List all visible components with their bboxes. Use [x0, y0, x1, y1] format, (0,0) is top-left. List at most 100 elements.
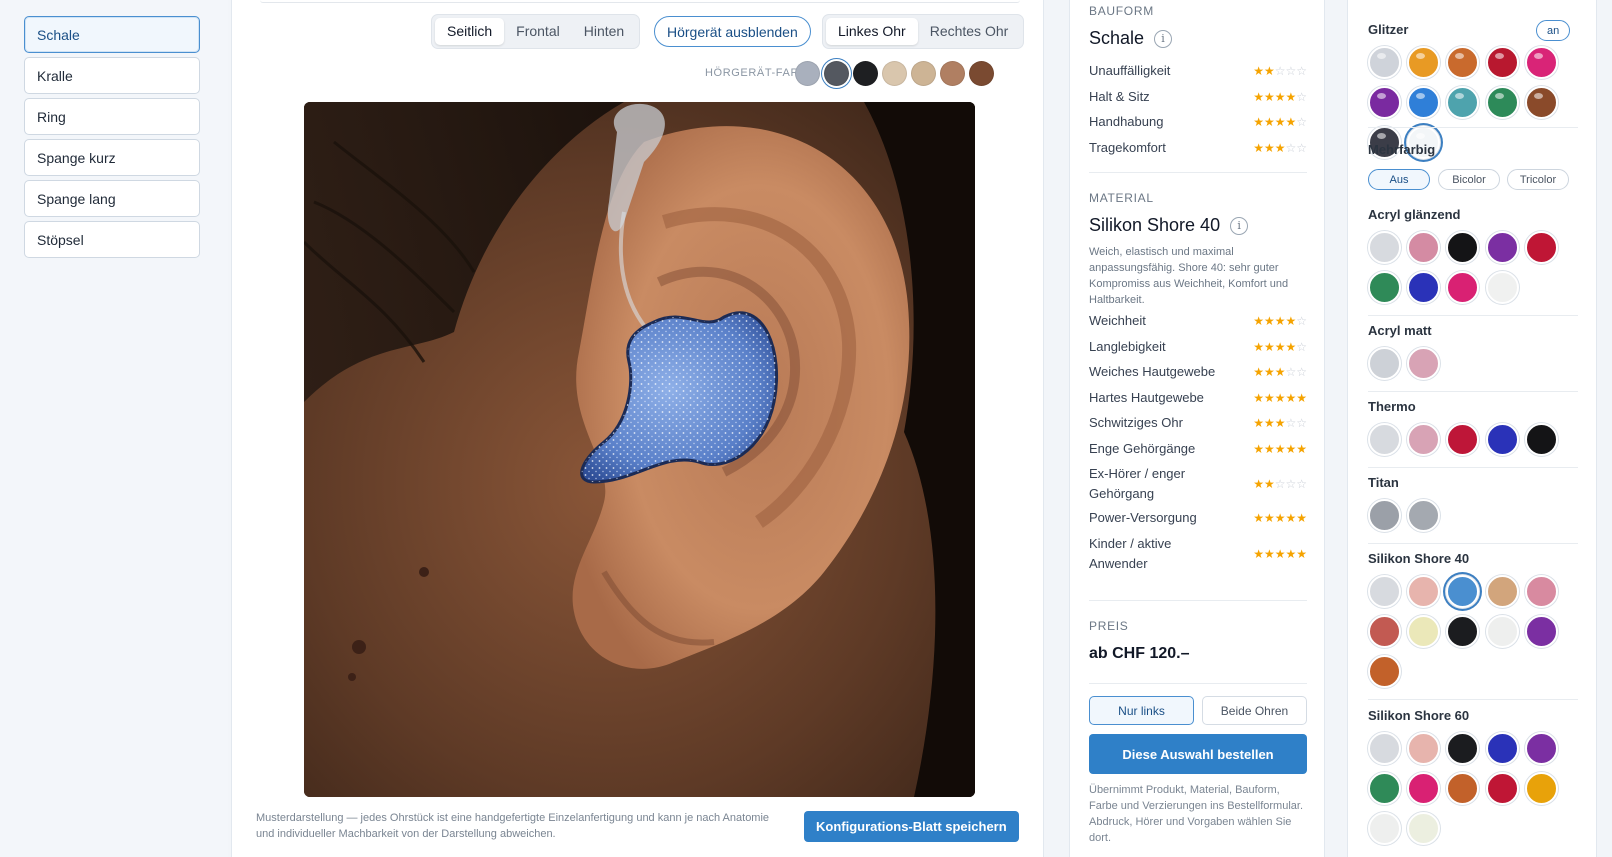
rating-label: Ex-Hörer / enger Gehörgang — [1089, 466, 1186, 501]
viewer-top-edge — [260, 0, 1020, 3]
material-name: Silikon Shore 40 — [1089, 215, 1221, 235]
hearing-aid-color-swatch[interactable] — [882, 61, 907, 86]
color-swatch[interactable] — [1486, 732, 1519, 765]
order-both-ears[interactable]: Beide Ohren — [1202, 696, 1307, 725]
rating-stars: ★★★☆☆ — [1253, 416, 1307, 430]
color-swatch[interactable] — [1486, 231, 1519, 264]
color-swatch[interactable] — [1368, 86, 1401, 119]
color-swatch[interactable] — [1525, 575, 1558, 608]
color-swatch[interactable] — [1486, 423, 1519, 456]
color-swatch[interactable] — [1407, 347, 1440, 380]
color-swatch[interactable] — [1446, 46, 1479, 79]
ear-left[interactable]: Linkes Ohr — [826, 18, 918, 45]
color-swatch[interactable] — [1368, 772, 1401, 805]
color-swatch[interactable] — [1368, 575, 1401, 608]
color-swatch[interactable] — [1368, 231, 1401, 264]
view-hinten[interactable]: Hinten — [572, 18, 636, 45]
bauform-section-label: BAUFORM — [1089, 4, 1154, 18]
color-swatch[interactable] — [1368, 423, 1401, 456]
color-swatch[interactable] — [1407, 271, 1440, 304]
color-swatch[interactable] — [1446, 86, 1479, 119]
color-swatch[interactable] — [1407, 423, 1440, 456]
multicolor-bicolor[interactable]: Bicolor — [1438, 169, 1500, 190]
view-frontal[interactable]: Frontal — [504, 18, 572, 45]
bauform-spange-lang[interactable]: Spange lang — [24, 180, 200, 217]
bauform-schale[interactable]: Schale — [24, 16, 200, 53]
divider — [1368, 699, 1578, 700]
hearing-aid-color-swatch[interactable] — [853, 61, 878, 86]
color-swatch[interactable] — [1446, 615, 1479, 648]
color-swatch[interactable] — [1407, 86, 1440, 119]
color-swatch[interactable] — [1486, 86, 1519, 119]
rating-label: Schwitziges Ohr — [1089, 415, 1183, 430]
rating-row: Kinder / aktive Anwender ★★★★★ — [1089, 534, 1307, 574]
rating-stars: ★★★★★ — [1253, 390, 1307, 405]
color-swatch[interactable] — [1525, 423, 1558, 456]
color-swatch[interactable] — [1407, 732, 1440, 765]
rating-row: Halt & Sitz ★★★★☆ — [1089, 87, 1307, 107]
color-swatch[interactable] — [1368, 732, 1401, 765]
save-config-sheet-button[interactable]: Konfigurations-Blatt speichern — [804, 811, 1019, 842]
color-swatch[interactable] — [1407, 812, 1440, 845]
hearing-aid-color-swatch[interactable] — [969, 61, 994, 86]
color-swatch[interactable] — [1368, 499, 1401, 532]
bauform-stoepsel[interactable]: Stöpsel — [24, 221, 200, 258]
color-swatch[interactable] — [1525, 86, 1558, 119]
material-title: Silikon Shore 40 i — [1089, 215, 1249, 236]
color-group-label: Thermo — [1368, 399, 1416, 414]
color-swatch[interactable] — [1407, 46, 1440, 79]
color-swatch[interactable] — [1368, 812, 1401, 845]
hearing-aid-color-swatch[interactable] — [795, 61, 820, 86]
color-swatch[interactable] — [1407, 575, 1440, 608]
bauform-name: Schale — [1089, 28, 1145, 48]
color-group-label: Silikon Shore 60 — [1368, 708, 1470, 723]
color-swatch[interactable] — [1446, 772, 1479, 805]
color-swatch[interactable] — [1525, 772, 1558, 805]
color-swatch[interactable] — [1525, 732, 1558, 765]
bauform-spange-kurz[interactable]: Spange kurz — [24, 139, 200, 176]
color-swatch[interactable] — [1525, 231, 1558, 264]
color-swatch[interactable] — [1407, 615, 1440, 648]
rating-row: Langlebigkeit ★★★★☆ — [1089, 337, 1307, 357]
multicolor-off[interactable]: Aus — [1368, 169, 1430, 190]
color-swatch[interactable] — [1368, 271, 1401, 304]
multicolor-tricolor[interactable]: Tricolor — [1507, 169, 1569, 190]
color-group-label: Acryl matt — [1368, 323, 1432, 338]
color-swatch[interactable] — [1525, 615, 1558, 648]
hearing-aid-color-swatch[interactable] — [940, 61, 965, 86]
color-swatch[interactable] — [1446, 732, 1479, 765]
product-info-panel: BAUFORM Schale i Unauffälligkeit ★★☆☆☆ Hal… — [1069, 0, 1325, 857]
color-swatch[interactable] — [1368, 347, 1401, 380]
color-swatch[interactable] — [1368, 655, 1401, 688]
color-swatch[interactable] — [1407, 231, 1440, 264]
ear-right[interactable]: Rechtes Ohr — [918, 18, 1021, 45]
color-swatch[interactable] — [1446, 231, 1479, 264]
color-swatch[interactable] — [1486, 46, 1519, 79]
bauform-kralle[interactable]: Kralle — [24, 57, 200, 94]
color-swatch[interactable] — [1486, 271, 1519, 304]
color-swatch[interactable] — [1407, 499, 1440, 532]
view-seitlich[interactable]: Seitlich — [435, 18, 505, 45]
glitter-toggle[interactable]: an — [1536, 20, 1571, 41]
color-swatch[interactable] — [1525, 46, 1558, 79]
color-swatch[interactable] — [1486, 615, 1519, 648]
rating-label: Weiches Hautgewebe — [1089, 364, 1216, 379]
color-swatch[interactable] — [1486, 575, 1519, 608]
info-icon[interactable]: i — [1230, 216, 1249, 235]
color-swatch[interactable] — [1446, 423, 1479, 456]
color-swatch[interactable] — [1368, 615, 1401, 648]
bauform-ring[interactable]: Ring — [24, 98, 200, 135]
info-icon[interactable]: i — [1154, 29, 1173, 48]
rating-label: Kinder / aktive Anwender — [1089, 535, 1172, 571]
rating-stars: ★★★★☆ — [1253, 89, 1307, 104]
color-swatch[interactable] — [1446, 271, 1479, 304]
order-button[interactable]: Diese Auswahl bestellen — [1089, 734, 1307, 774]
hearing-aid-color-swatch[interactable] — [911, 61, 936, 86]
color-swatch[interactable] — [1446, 575, 1479, 608]
order-left-only[interactable]: Nur links — [1089, 696, 1194, 725]
hide-hearing-aid-button[interactable]: Hörgerät ausblenden — [654, 16, 811, 47]
hearing-aid-color-swatch[interactable] — [824, 61, 849, 86]
color-swatch[interactable] — [1486, 772, 1519, 805]
color-swatch[interactable] — [1368, 46, 1401, 79]
color-swatch[interactable] — [1407, 772, 1440, 805]
